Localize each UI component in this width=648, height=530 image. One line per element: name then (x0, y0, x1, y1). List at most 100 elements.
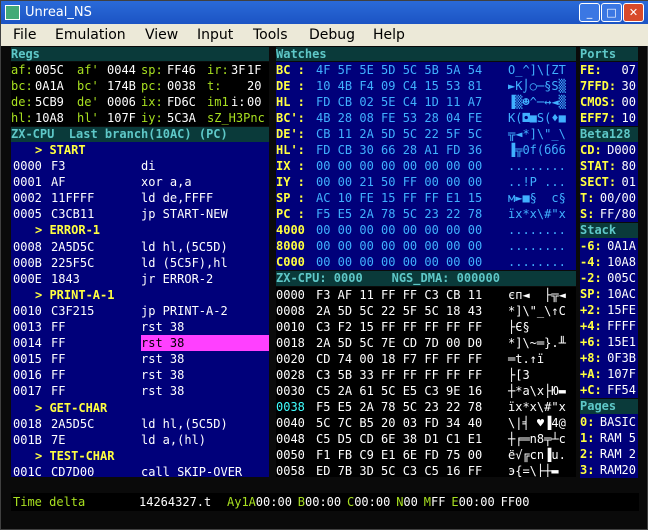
watch-row[interactable]: IX : 00 00 00 00 00 00 00 00........ (276, 158, 576, 174)
register-value[interactable]: i: (231, 94, 245, 110)
memory-row[interactable]: 0048 C5 D5 CD 6E 38 D1 C1 E1 ┼╒═n8╤┴с (276, 431, 576, 447)
watch-row[interactable]: HL : FD CB 02 5E C4 1D 11 A7 ▐▒☻^─↔◄▒ (276, 94, 576, 110)
memory-row[interactable]: 0010 C3 F2 15 FF FF FF FF FF ├Є§ (276, 319, 576, 335)
watch-row[interactable]: PC : F5 E5 2A 78 5C 23 22 78 їх*x\#"x (276, 206, 576, 222)
beta-row[interactable]: SECT: 01 (580, 174, 638, 190)
watch-row[interactable]: IY : 00 00 21 50 FF 00 00 00 ..!P ... (276, 174, 576, 190)
beta-row[interactable]: CD: D000 (580, 142, 638, 158)
register-value[interactable]: 0044 (107, 62, 136, 78)
stack-row[interactable]: -4: 10A8 (580, 254, 638, 270)
register-value[interactable]: 1F (247, 62, 261, 78)
maximize-button[interactable]: □ (601, 3, 622, 22)
ports-panel[interactable]: FE: 07 7FFD: 30 CMOS: 00 EFF7: 10 (580, 62, 638, 126)
disasm-row[interactable]: 000E 1843 jr ERROR-2 (11, 271, 269, 287)
watch-row[interactable]: DE : 10 4B F4 09 C4 15 53 81 ►K⌡○─§S▒ (276, 78, 576, 94)
close-button[interactable]: ✕ (623, 3, 644, 22)
port-row[interactable]: CMOS: 00 (580, 94, 638, 110)
stack-row[interactable]: -2: 005C (580, 270, 638, 286)
beta-row[interactable]: S: FF/80 (580, 206, 638, 222)
stack-row[interactable]: +4: FFFF (580, 318, 638, 334)
register-value[interactable]: FD6C (167, 94, 196, 110)
port-row[interactable]: FE: 07 (580, 62, 638, 78)
page-row[interactable]: 0: BASIC (580, 414, 638, 430)
page-row[interactable]: 2: RAM 2 (580, 446, 638, 462)
disasm-row[interactable]: > PRINT-A-1 (11, 287, 269, 303)
stack-row[interactable]: -6: 0A1A (580, 238, 638, 254)
register-value[interactable]: 20 (247, 78, 261, 94)
stack-row[interactable]: +A: 107F (580, 366, 638, 382)
menu-tools[interactable]: Tools (253, 24, 288, 46)
port-row[interactable]: 7FFD: 30 (580, 78, 638, 94)
memory-row[interactable]: 0028 C3 5B 33 FF FF FF FF FF ├[3 (276, 367, 576, 383)
disasm-row[interactable]: 0001 AF xor a,a (11, 174, 269, 190)
register-value[interactable]: 107F (107, 110, 136, 126)
register-value[interactable]: 0006 (107, 94, 136, 110)
watch-row[interactable]: HL': FD CB 30 66 28 A1 FD 36 ▐╦0f(бб6 (276, 142, 576, 158)
disasm-row[interactable]: 0000 F3 di (11, 158, 269, 174)
stack-row[interactable]: +6: 15E1 (580, 334, 638, 350)
memory-row[interactable]: 0040 5C 7C B5 20 03 FD 34 40 \|╡ ♥▐4@ (276, 415, 576, 431)
minimize-button[interactable]: _ (579, 3, 600, 22)
disasm-row[interactable]: 0017 FF rst 38 (11, 383, 269, 399)
pages-panel[interactable]: 0: BASIC 1: RAM 5 2: RAM 2 3: RAM20 (580, 414, 638, 478)
disasm-row[interactable]: > START (11, 142, 269, 158)
menu-view[interactable]: View (145, 24, 178, 46)
stack-row[interactable]: +8: 0F3B (580, 350, 638, 366)
disasm-row[interactable]: 0010 C3F215 jp PRINT-A-2 (11, 303, 269, 319)
register-value[interactable]: 10A8 (35, 110, 64, 126)
title-bar[interactable]: Unreal_NS _ □ ✕ (1, 1, 648, 24)
watch-row[interactable]: C000 00 00 00 00 00 00 00 00........ (276, 254, 576, 270)
register-value[interactable]: 3F (231, 62, 245, 78)
registers-panel[interactable]: af: 005C af' 0044 sp: FF46 ir: 3F 1F bc: 0A1A bc' 17… (11, 62, 269, 126)
disassembly-panel[interactable]: > START 0000 F3 di 0001 AF xor a,a 0002 11FFFF ld… (11, 142, 269, 477)
disasm-row[interactable]: 000B 225F5C ld (5C5F),hl (11, 255, 269, 271)
disasm-row[interactable]: 001C CD7D00 call SKIP-OVER (11, 464, 269, 477)
memory-row[interactable]: 0050 F1 FB C9 E1 6E FD 75 00 ё√╔сn▐u. (276, 447, 576, 463)
page-row[interactable]: 3: RAM20 (580, 462, 638, 478)
memory-row[interactable]: 0030 C5 2A 61 5C E5 C3 9E 16 ┼*a\х├Ю▬ (276, 383, 576, 399)
disasm-row[interactable]: > TEST-CHAR (11, 448, 269, 464)
watch-row[interactable]: BC : 4F 5F 5E 5D 5C 5B 5A 54 O_^]\[ZT (276, 62, 576, 78)
stack-row[interactable]: +2: 15FE (580, 302, 638, 318)
menu-input[interactable]: Input (197, 24, 233, 46)
memory-row[interactable]: 0008 2A 5D 5C 22 5F 5C 18 43 *]\"_\↑C (276, 303, 576, 319)
disasm-row[interactable]: 001B 7E ld a,(hl) (11, 432, 269, 448)
memory-row[interactable]: 0020 CD 74 00 18 F7 FF FF FF ═t.↑ї (276, 351, 576, 367)
disasm-row[interactable]: > GET-CHAR (11, 400, 269, 416)
disasm-row[interactable]: 0014 FF rst 38 (11, 335, 269, 352)
stack-panel[interactable]: -6: 0A1A -4: 10A8 -2: 005C SP: 10AC +2: 15FE +4: FF… (580, 238, 638, 398)
memory-dump-panel[interactable]: 0000 F3 AF 11 FF FF C3 CB 11 єп◄ ├╦◄ 0008 2A… (276, 287, 576, 477)
register-value[interactable]: 0A1A (35, 78, 64, 94)
menu-file[interactable]: File (13, 24, 36, 46)
disasm-row[interactable]: 0018 2A5D5C ld hl,(5C5D) (11, 416, 269, 432)
menu-help[interactable]: Help (373, 24, 405, 46)
stack-row[interactable]: SP: 10AC (580, 286, 638, 302)
register-value[interactable]: 005C (35, 62, 64, 78)
disasm-row[interactable]: 0015 FF rst 38 (11, 351, 269, 367)
beta-row[interactable]: T: 00/00 (580, 190, 638, 206)
memory-row[interactable]: 0018 2A 5D 5C 7E CD 7D 00 D0 *]\~═}.╨ (276, 335, 576, 351)
beta-row[interactable]: STAT: 80 (580, 158, 638, 174)
watch-row[interactable]: BC': 4B 28 08 FE 53 28 04 FE K(◘■S(♦■ (276, 110, 576, 126)
menu-debug[interactable]: Debug (309, 24, 355, 46)
disasm-row[interactable]: 0013 FF rst 38 (11, 319, 269, 335)
page-row[interactable]: 1: RAM 5 (580, 430, 638, 446)
memory-row[interactable]: 0038 F5 E5 2A 78 5C 23 22 78 їх*x\#"x (276, 399, 576, 415)
beta128-panel[interactable]: CD: D000 STAT: 80 SECT: 01 T: 00/00 S: FF/80 (580, 142, 638, 222)
watches-panel[interactable]: BC : 4F 5F 5E 5D 5C 5B 5A 54 O_^]\[ZT DE : 1… (276, 62, 576, 270)
watch-row[interactable]: SP : AC 10 FE 15 FF FF E1 15 м►■§ с§ (276, 190, 576, 206)
watch-row[interactable]: 4000 00 00 00 00 00 00 00 00........ (276, 222, 576, 238)
register-value[interactable]: FF46 (167, 62, 196, 78)
disasm-row[interactable]: 0005 C3CB11 jp START-NEW (11, 206, 269, 222)
disasm-row[interactable]: 0016 FF rst 38 (11, 367, 269, 383)
memory-row[interactable]: 0000 F3 AF 11 FF FF C3 CB 11 єп◄ ├╦◄ (276, 287, 576, 303)
watch-row[interactable]: DE': CB 11 2A 5D 5C 22 5F 5C ╦◄*]\"_\ (276, 126, 576, 142)
port-row[interactable]: EFF7: 10 (580, 110, 638, 126)
disasm-row[interactable]: > ERROR-1 (11, 222, 269, 238)
register-value[interactable]: 0038 (167, 78, 196, 94)
register-value[interactable]: 5C3A (167, 110, 196, 126)
disasm-row[interactable]: 0008 2A5D5C ld hl,(5C5D) (11, 239, 269, 255)
stack-row[interactable]: +C: FF54 (580, 382, 638, 398)
register-value[interactable]: 00 (247, 94, 261, 110)
register-value[interactable]: 174B (107, 78, 136, 94)
